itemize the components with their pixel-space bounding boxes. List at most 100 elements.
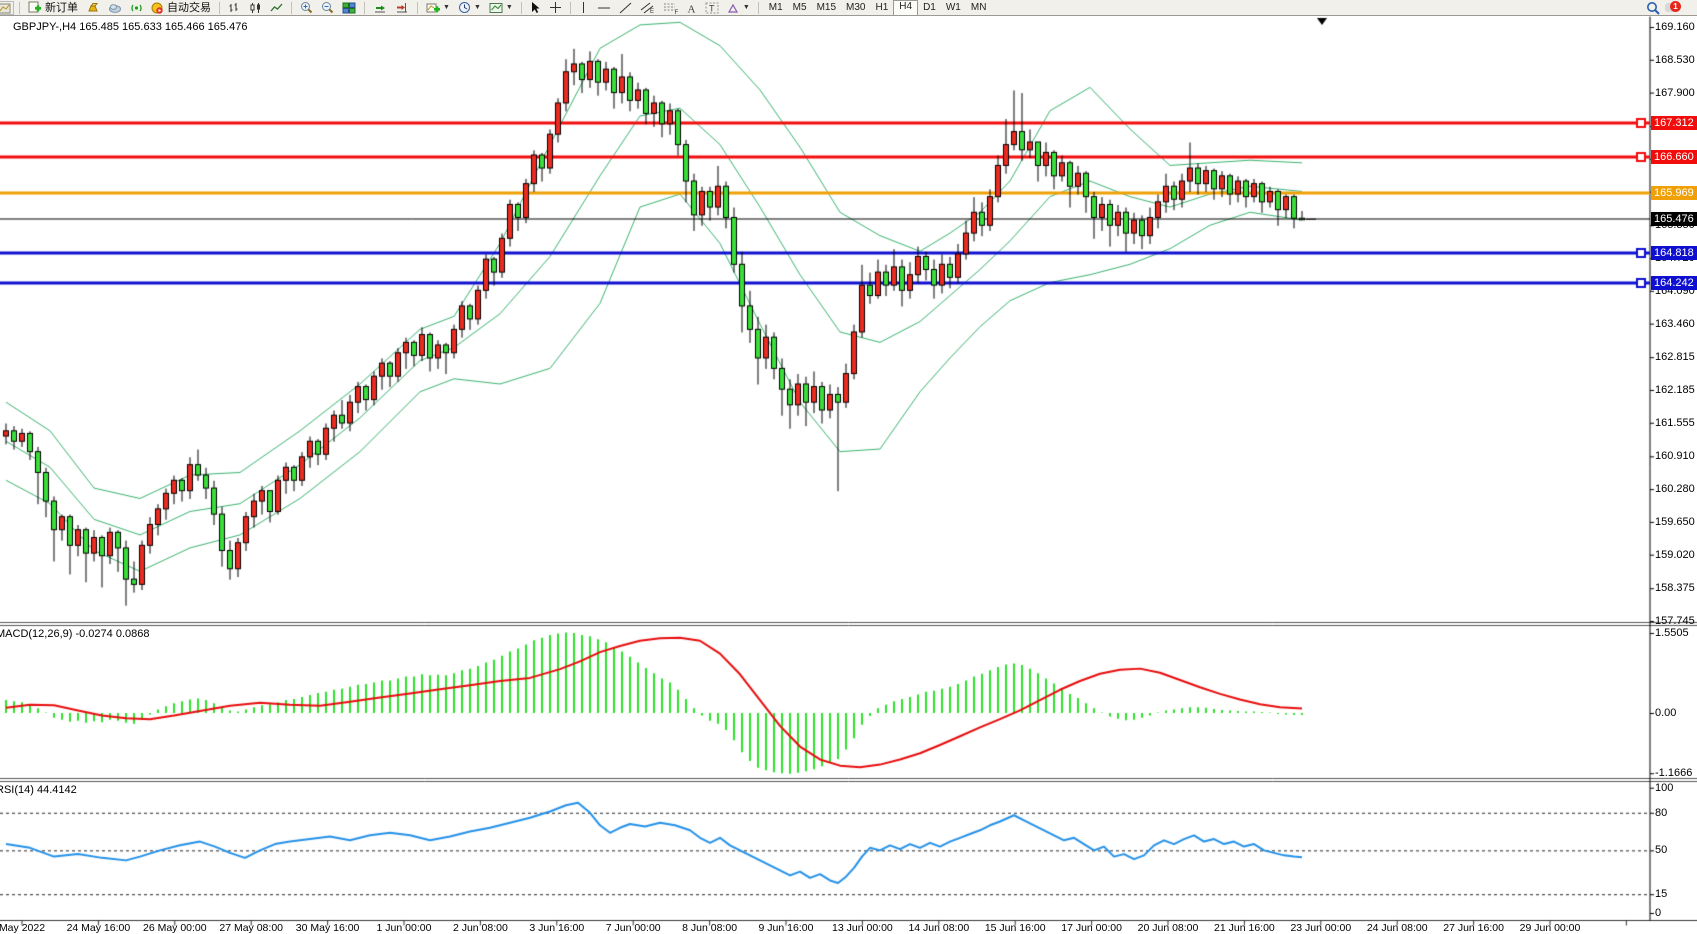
chevron-down-icon: ▼	[506, 4, 513, 11]
timeframe-H1[interactable]: H1	[870, 1, 893, 15]
timeframe-MN[interactable]: MN	[966, 1, 992, 15]
price-axis-tick: 160.910	[1655, 450, 1695, 462]
autotrade-button[interactable]: 自动交易	[148, 1, 214, 15]
price-axis-tick: 169.160	[1655, 21, 1695, 33]
fibonacci-icon[interactable]: F	[660, 1, 681, 15]
price-line-label: 167.312	[1651, 116, 1697, 130]
price-line-label: 164.818	[1651, 246, 1697, 260]
new-order-button[interactable]: 新订单	[25, 1, 81, 15]
macd-axis-tick: 1.5505	[1655, 627, 1689, 639]
rsi-axis-tick: 100	[1655, 782, 1673, 794]
time-axis-label: 2 Jun 08:00	[453, 922, 508, 934]
price-axis-tick: 161.555	[1655, 417, 1695, 429]
rsi-axis-tick: 15	[1655, 888, 1667, 900]
price-axis-tick: 157.745	[1655, 615, 1695, 627]
time-axis-label: 14 Jun 08:00	[908, 922, 969, 934]
timeframe-M5[interactable]: M5	[788, 1, 812, 15]
chevron-down-icon: ▼	[443, 4, 450, 11]
price-axis-tick: 159.650	[1655, 516, 1695, 528]
rsi-axis-tick: 50	[1655, 844, 1667, 856]
time-axis-label: 29 Jun 00:00	[1520, 922, 1581, 934]
time-axis-label: 24 Jun 08:00	[1367, 922, 1428, 934]
chevron-down-icon: ▼	[474, 4, 481, 11]
price-axis-tick: 160.280	[1655, 483, 1695, 495]
timeframe-D1[interactable]: D1	[918, 1, 941, 15]
cursor-icon[interactable]	[527, 1, 544, 15]
shapes-button[interactable]: ▼	[724, 1, 753, 15]
macd-indicator-label: MACD(12,26,9) -0.0274 0.0868	[0, 628, 149, 640]
search-icon[interactable]	[1643, 1, 1663, 15]
new-order-label: 新订单	[45, 1, 78, 15]
tile-windows-icon[interactable]	[339, 1, 359, 15]
text-icon[interactable]: A	[683, 1, 700, 15]
time-axis-label: 23 Jun 00:00	[1290, 922, 1351, 934]
vertical-line-icon[interactable]	[576, 1, 592, 15]
zoom-out-icon[interactable]	[318, 1, 337, 15]
timeframe-M1[interactable]: M1	[764, 1, 788, 15]
timeframe-W1[interactable]: W1	[941, 1, 966, 15]
rsi-axis-tick: 0	[1655, 907, 1661, 919]
toolbar: 新订单 自动交易 ▼	[0, 0, 1697, 16]
time-axis-label: 20 Jun 08:00	[1138, 922, 1199, 934]
svg-text:E: E	[650, 9, 654, 14]
time-axis-label: May 2022	[0, 922, 45, 934]
price-axis-tick: 163.460	[1655, 318, 1695, 330]
chart-title: GBPJPY-,H4 165.485 165.633 165.466 165.4…	[13, 21, 247, 33]
price-axis-tick: 159.020	[1655, 549, 1695, 561]
auto-scroll-icon[interactable]	[370, 1, 390, 15]
channel-icon[interactable]: E	[637, 1, 658, 15]
templates-button[interactable]: ▼	[486, 1, 516, 15]
timeframe-M15[interactable]: M15	[812, 1, 841, 15]
time-axis-label: 27 May 08:00	[219, 922, 283, 934]
mt4-window: 新订单 自动交易 ▼	[0, 0, 1697, 934]
rsi-axis-tick: 80	[1655, 807, 1667, 819]
time-axis-label: 8 Jun 08:00	[682, 922, 737, 934]
chart-partial-icon[interactable]	[0, 1, 14, 15]
time-axis-label: 9 Jun 16:00	[759, 922, 814, 934]
line-chart-icon[interactable]	[267, 1, 286, 15]
cloud-icon[interactable]	[105, 1, 125, 15]
autotrade-label: 自动交易	[167, 1, 211, 15]
price-axis-tick: 167.900	[1655, 87, 1695, 99]
trendline-icon[interactable]	[616, 1, 635, 15]
svg-text:F: F	[674, 10, 678, 14]
price-axis-tick: 162.815	[1655, 351, 1695, 363]
timeframe-H4[interactable]: H4	[893, 0, 918, 16]
svg-text:T: T	[709, 3, 715, 13]
price-line-label: 166.660	[1651, 150, 1697, 164]
notification-count-badge: 1	[1670, 1, 1681, 12]
time-axis-label: 15 Jun 16:00	[985, 922, 1046, 934]
timeframe-group: M1M5M15M30H1H4D1W1MN	[764, 0, 992, 16]
chat-notification-button[interactable]: 1	[1665, 1, 1681, 14]
horizontal-line-icon[interactable]	[594, 1, 614, 15]
crosshair-icon[interactable]	[546, 1, 565, 15]
candlestick-icon[interactable]	[246, 1, 265, 15]
price-axis-tick: 158.375	[1655, 582, 1695, 594]
macd-axis-tick: -1.1666	[1655, 767, 1692, 779]
chart-shift-icon[interactable]	[392, 1, 412, 15]
time-axis-label: 26 May 00:00	[143, 922, 207, 934]
price-line-label: 164.242	[1651, 276, 1697, 290]
time-axis-label: 17 Jun 00:00	[1061, 922, 1122, 934]
svg-text:A: A	[687, 3, 695, 14]
periods-button[interactable]: ▼	[455, 1, 484, 15]
macd-axis-tick: 0.00	[1655, 707, 1676, 719]
price-axis-tick: 162.185	[1655, 384, 1695, 396]
zoom-in-icon[interactable]	[297, 1, 316, 15]
time-axis-label: 27 Jun 16:00	[1443, 922, 1504, 934]
time-axis-label: 30 May 16:00	[296, 922, 360, 934]
price-axis-tick: 168.530	[1655, 54, 1695, 66]
indicators-button[interactable]: ▼	[423, 1, 453, 15]
time-axis-label: 21 Jun 16:00	[1214, 922, 1275, 934]
bar-chart-icon[interactable]	[225, 1, 244, 15]
timeframe-M30[interactable]: M30	[841, 1, 870, 15]
gold-icon[interactable]	[83, 1, 103, 15]
signal-icon[interactable]	[127, 1, 146, 15]
rsi-indicator-label: RSI(14) 44.4142	[0, 784, 77, 796]
time-axis-label: 13 Jun 00:00	[832, 922, 893, 934]
time-axis-label: 1 Jun 00:00	[377, 922, 432, 934]
time-axis-label: 24 May 16:00	[67, 922, 131, 934]
chart-canvas[interactable]	[0, 0, 1697, 934]
text-label-icon[interactable]: T	[702, 1, 722, 15]
time-axis-label: 7 Jun 00:00	[606, 922, 661, 934]
